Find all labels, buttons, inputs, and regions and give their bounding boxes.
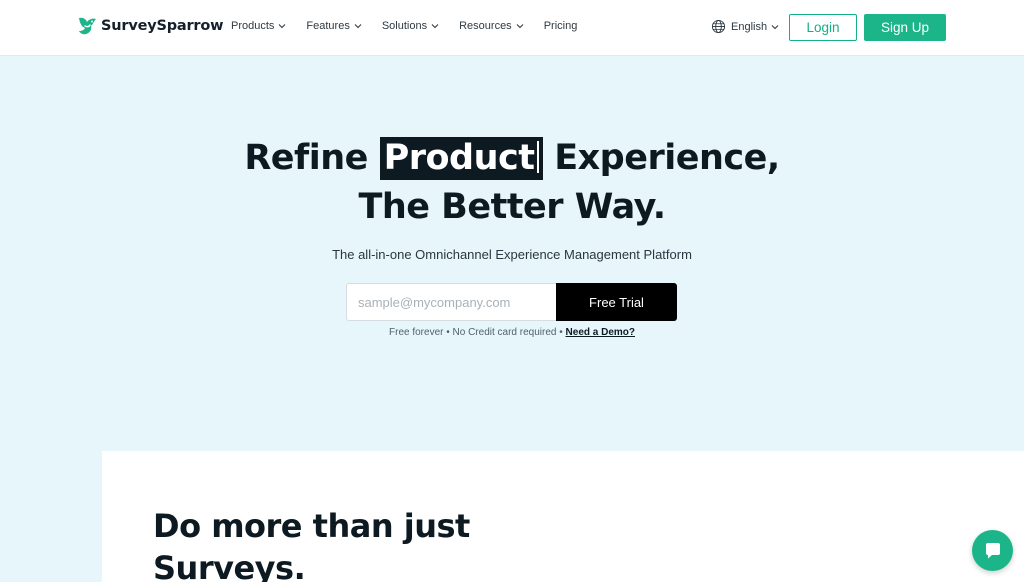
chevron-down-icon	[516, 24, 524, 29]
nav-item-label: Features	[306, 20, 350, 32]
hero-note-text: Free forever • No Credit card required •	[389, 327, 563, 338]
hero-note: Free forever • No Credit card required •…	[0, 327, 1024, 338]
brand-name: SurveySparrow	[101, 18, 224, 34]
typing-cursor	[536, 141, 539, 173]
language-label: English	[731, 20, 768, 33]
chevron-down-icon	[771, 24, 779, 29]
chevron-down-icon	[354, 24, 362, 29]
language-selector[interactable]: English	[711, 19, 779, 34]
nav-item-products[interactable]: Products	[231, 20, 286, 32]
chevron-down-icon	[431, 24, 439, 29]
hero-title: Refine Product Experience, The Better Wa…	[0, 134, 1024, 232]
chat-icon	[985, 542, 1000, 558]
nav-item-label: Products	[231, 20, 275, 32]
chat-button[interactable]	[972, 530, 1013, 571]
chevron-down-icon	[279, 24, 286, 29]
nav-item-resources[interactable]: Resources	[459, 20, 524, 32]
section-heading-line1: Do more than just	[153, 507, 470, 545]
main-nav: Products Features Solutions Resources Pr…	[231, 20, 597, 32]
signup-button[interactable]: Sign Up	[864, 14, 946, 41]
section-heading-line2: Surveys.	[153, 549, 306, 582]
hero-title-highlight: Product	[379, 137, 543, 180]
need-demo-link[interactable]: Need a Demo?	[566, 327, 635, 338]
brand-logo[interactable]: SurveySparrow	[77, 15, 224, 37]
email-input[interactable]	[346, 283, 557, 321]
features-card: Do more than just Surveys.	[102, 451, 1024, 582]
hero-subtitle: The all-in-one Omnichannel Experience Ma…	[332, 247, 692, 262]
nav-item-label: Resources	[459, 20, 512, 32]
section-heading: Do more than just Surveys.	[153, 505, 513, 582]
hero-title-prefix: Refine	[244, 138, 368, 178]
nav-item-label: Solutions	[381, 20, 428, 32]
nav-item-pricing[interactable]: Pricing	[544, 20, 578, 32]
nav-item-label: Pricing	[543, 20, 578, 32]
sparrow-logo-icon	[79, 17, 96, 35]
hero-title-suffix: Experience,	[554, 138, 780, 178]
nav-item-features[interactable]: Features	[306, 20, 362, 32]
free-trial-button[interactable]: Free Trial	[556, 283, 677, 321]
login-button[interactable]: Login	[789, 14, 857, 41]
globe-icon	[711, 19, 726, 34]
nav-item-solutions[interactable]: Solutions	[382, 20, 439, 32]
site-header: SurveySparrow Products Features Solution…	[0, 0, 1024, 56]
hero-title-highlight-text: Product	[383, 138, 535, 178]
hero-title-line2: The Better Way.	[358, 187, 666, 227]
